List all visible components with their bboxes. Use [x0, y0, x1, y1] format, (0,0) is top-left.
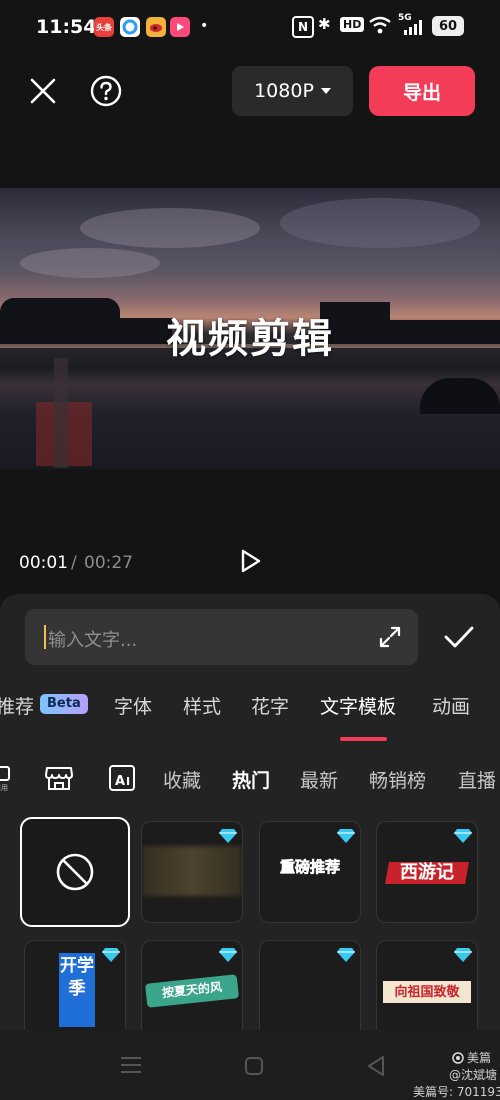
export-button[interactable]: 导出 [369, 66, 475, 116]
template-card[interactable]: 西游记 [376, 821, 478, 923]
nfc-icon: N [292, 16, 314, 38]
diamond-vip-icon [219, 948, 237, 962]
home-nav-icon[interactable] [244, 1056, 264, 1080]
active-tab-indicator [340, 737, 387, 741]
current-time: 00:01 [19, 553, 68, 573]
template-preview-text: 重磅推荐 [279, 858, 341, 877]
watermark-id: 美篇号: 7011938 [413, 1085, 500, 1099]
diamond-vip-icon [454, 829, 472, 843]
sky-cloud [20, 248, 160, 278]
blurred-3d-text-preview [142, 846, 242, 896]
video-app-icon [170, 17, 190, 37]
template-preview-text: 开学季 [60, 956, 94, 999]
battery-indicator: 60 [432, 16, 464, 36]
reflection-pillar [54, 358, 68, 468]
tab-animation[interactable]: 动画 [432, 692, 470, 719]
bluetooth-icon: ✱ [318, 15, 331, 33]
overlay-text[interactable]: 视频剪辑 [0, 306, 500, 364]
tab-font[interactable]: 字体 [114, 692, 152, 719]
subtab-newest[interactable]: 最新 [300, 766, 338, 793]
tab-style[interactable]: 样式 [183, 692, 221, 719]
template-card[interactable]: 重磅推荐 [259, 821, 361, 923]
resolution-selector[interactable]: 1080P [232, 66, 353, 116]
tab-fancy-text[interactable]: 花字 [251, 692, 289, 719]
toutiao-app-icon: 头条 [94, 17, 114, 37]
caret-down-icon [320, 88, 331, 94]
store-icon[interactable] [44, 764, 74, 796]
watermark-brand: 美篇 [452, 1049, 491, 1066]
commercial-label: 商用 [0, 784, 8, 792]
watermark-author: @沈斌塘 [449, 1068, 498, 1082]
beta-badge: Beta [40, 694, 88, 714]
diamond-vip-icon [337, 948, 355, 962]
signal-icon [404, 19, 426, 39]
template-card[interactable] [141, 821, 243, 923]
confirm-check-icon[interactable] [439, 617, 479, 657]
diamond-vip-icon [219, 829, 237, 843]
total-time: 00:27 [84, 553, 133, 573]
play-icon[interactable] [231, 541, 271, 581]
template-preview-text: 向祖国致敬 [394, 985, 460, 1000]
help-icon[interactable] [86, 71, 126, 111]
resolution-label: 1080P [254, 80, 314, 102]
none-icon [56, 853, 94, 891]
tab-text-template[interactable]: 文字模板 [320, 692, 396, 719]
sky-cloud [80, 208, 260, 248]
notification-dot: • [200, 18, 209, 34]
template-none[interactable] [20, 817, 130, 927]
tree-silhouette [420, 378, 500, 414]
text-input-placeholder: 输入文字... [48, 630, 138, 651]
diamond-vip-icon [454, 948, 472, 962]
svg-text:A: A [115, 774, 125, 789]
subtab-bestsellers[interactable]: 畅销榜 [369, 766, 426, 793]
template-card[interactable] [259, 940, 361, 1042]
ai-text-icon[interactable]: AI [108, 764, 138, 796]
close-icon[interactable] [23, 71, 63, 111]
menu-nav-icon[interactable] [120, 1056, 142, 1078]
template-card[interactable]: 开学季 [24, 940, 126, 1042]
subtab-favorites[interactable]: 收藏 [163, 766, 201, 793]
text-cursor [44, 625, 46, 649]
time-separator: / [71, 553, 77, 573]
wifi-icon [368, 15, 392, 39]
weibo-app-icon [146, 17, 166, 37]
sky-cloud [280, 198, 480, 248]
diamond-vip-icon [102, 948, 120, 962]
meipian-logo-icon [452, 1051, 464, 1064]
status-time: 11:54 [36, 16, 97, 38]
video-preview[interactable]: 视频剪辑 [0, 188, 500, 469]
tab-recommend[interactable]: 推荐 [0, 692, 34, 719]
expand-icon[interactable] [370, 617, 410, 657]
hd-icon: HD [340, 17, 365, 32]
template-card[interactable]: 向祖国致敬 [376, 940, 478, 1042]
subtab-live[interactable]: 直播 [458, 766, 496, 793]
svg-text:I: I [126, 775, 130, 788]
browser-app-icon [120, 17, 140, 37]
template-preview-text: 西游记 [400, 862, 454, 883]
subtab-hot[interactable]: 热门 [232, 766, 270, 793]
back-nav-icon[interactable] [366, 1055, 386, 1081]
template-card[interactable]: 按夏天的风 [141, 940, 243, 1042]
commercial-icon[interactable]: 商用 [0, 764, 16, 794]
diamond-vip-icon [337, 829, 355, 843]
